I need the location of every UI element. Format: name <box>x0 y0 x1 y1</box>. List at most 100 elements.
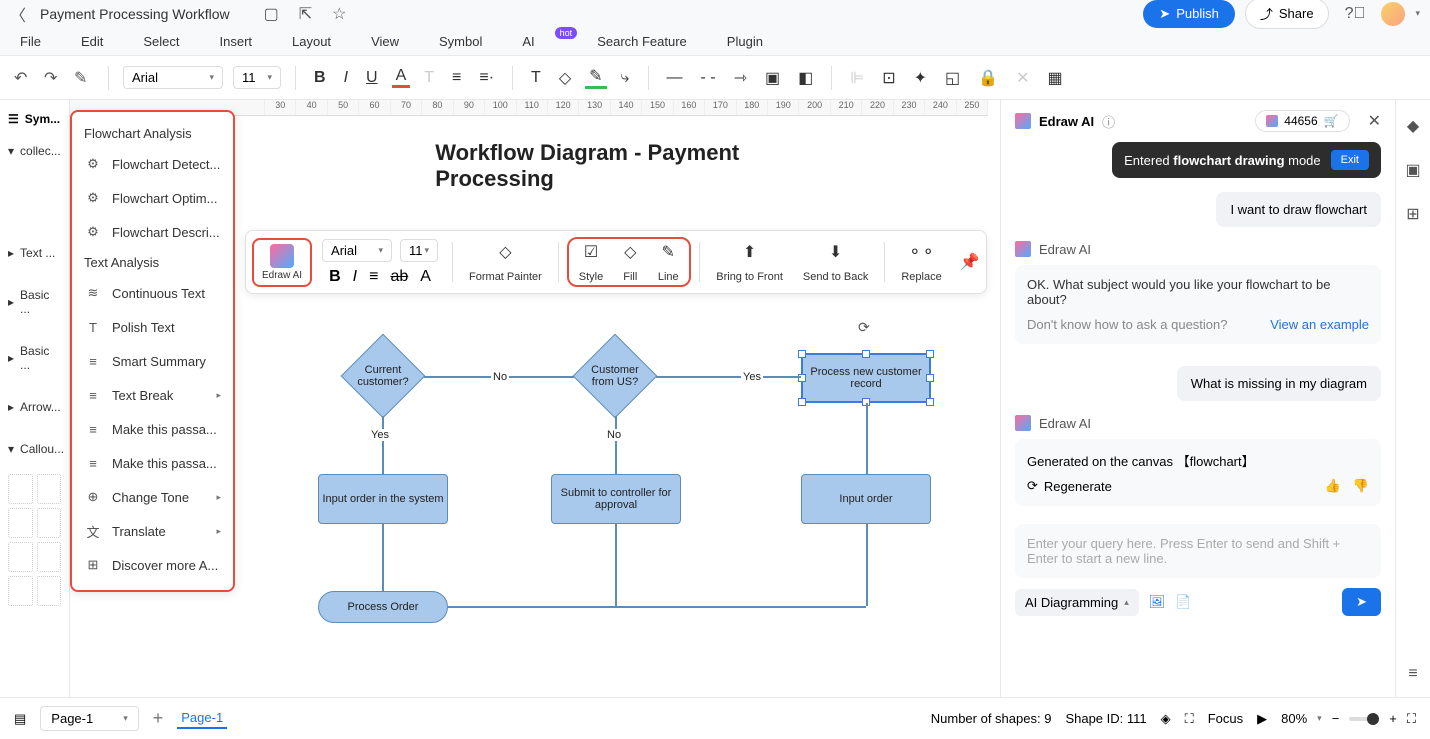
menu-select[interactable]: Select <box>143 34 179 49</box>
menu-layout[interactable]: Layout <box>292 34 331 49</box>
theme-icon[interactable]: ◆ <box>1407 116 1419 136</box>
menu-flowchart-detect[interactable]: ⚙Flowchart Detect... <box>72 147 233 181</box>
doc-icon[interactable]: 📄 <box>1175 594 1191 610</box>
pages-icon[interactable]: ▤ <box>14 711 26 727</box>
sidebar-item-text[interactable]: ▸ Text ... <box>4 232 65 274</box>
zoom-slider[interactable] <box>1349 717 1379 721</box>
apps-icon[interactable]: ⊞ <box>1406 204 1419 224</box>
menu-flowchart-descri[interactable]: ⚙Flowchart Descri... <box>72 215 233 249</box>
style-button[interactable]: ☑Style <box>571 241 611 283</box>
distribute-icon[interactable]: ⊡ <box>878 68 899 88</box>
send-back-button[interactable]: ⬇Send to Back <box>795 241 876 283</box>
text-tool-icon[interactable]: T <box>527 69 545 87</box>
layer-icon[interactable]: ◧ <box>794 68 817 88</box>
menu-search[interactable]: Search Feature <box>597 34 687 49</box>
shape-thumb[interactable] <box>8 542 33 572</box>
menu-discover-more[interactable]: ⊞Discover more A... <box>72 548 233 582</box>
float-font-select[interactable]: Arial▾ <box>322 239 392 262</box>
menu-translate[interactable]: 文Translate▸ <box>72 514 233 548</box>
float-bold[interactable]: B <box>329 268 341 286</box>
publish-button[interactable]: ➤ Publish <box>1143 0 1235 28</box>
decision-customer-us[interactable]: Customer from US? <box>573 334 658 419</box>
star-icon[interactable]: ☆ <box>332 4 346 24</box>
menu-flowchart-optim[interactable]: ⚙Flowchart Optim... <box>72 181 233 215</box>
shape-thumb[interactable] <box>8 474 33 504</box>
dash-style-icon[interactable]: - - <box>697 69 720 87</box>
shape-thumb[interactable] <box>8 508 33 538</box>
fill-button[interactable]: ◇Fill <box>611 241 649 283</box>
highlight-button[interactable]: T <box>420 69 438 87</box>
shape-thumb[interactable] <box>8 576 33 606</box>
credits-badge[interactable]: 44656 🛒 <box>1255 110 1349 132</box>
effects-icon[interactable]: ✦ <box>910 68 931 88</box>
panel-icon[interactable]: ▣ <box>1405 160 1420 180</box>
line-button[interactable]: ✎Line <box>649 241 687 283</box>
send-button[interactable]: ➤ <box>1342 588 1381 616</box>
grid-icon[interactable]: ▦ <box>1043 68 1066 88</box>
process-order[interactable]: Process Order <box>318 591 448 623</box>
share-button[interactable]: ⤴ Share <box>1245 0 1329 29</box>
zoom-in-icon[interactable]: + <box>1389 711 1397 726</box>
line-style-icon[interactable]: — <box>663 69 687 87</box>
add-page-button[interactable]: + <box>153 708 164 729</box>
redo-icon[interactable]: ↷ <box>44 68 64 88</box>
bold-button[interactable]: B <box>310 69 330 87</box>
menu-file[interactable]: File <box>20 34 41 49</box>
input-order-system[interactable]: Input order in the system <box>318 474 448 524</box>
shape-thumb[interactable] <box>37 542 62 572</box>
shape-thumb[interactable] <box>37 508 62 538</box>
menu-insert[interactable]: Insert <box>220 34 253 49</box>
canvas[interactable]: Workflow Diagram - Payment Processing Cu… <box>251 116 988 697</box>
sidebar-item-basic2[interactable]: ▸ Basic ... <box>4 330 65 386</box>
zoom-out-icon[interactable]: − <box>1332 711 1340 726</box>
lock-icon[interactable]: 🔒 <box>974 68 1002 88</box>
thumbs-up-icon[interactable]: 👍 <box>1325 478 1341 494</box>
pin-icon[interactable]: 📌 <box>960 252 980 272</box>
menu-ai[interactable]: AIhot <box>522 34 557 49</box>
sidebar-item-basic1[interactable]: ▸ Basic ... <box>4 274 65 330</box>
attach-icon[interactable]: 🖼 <box>1149 594 1166 610</box>
format-painter-icon[interactable]: ✎ <box>74 68 94 88</box>
thumbs-down-icon[interactable]: 👎 <box>1353 478 1369 494</box>
settings-icon[interactable]: ≡ <box>1408 665 1417 683</box>
line-tool-icon[interactable]: ✎ <box>585 66 606 89</box>
crop-icon[interactable]: ◱ <box>941 68 964 88</box>
menu-continuous-text[interactable]: ≋Continuous Text <box>72 276 233 310</box>
line-spacing-button[interactable]: ≡· <box>475 69 498 87</box>
back-icon[interactable]: 〈 <box>10 2 26 26</box>
font-color-button[interactable]: A <box>392 67 411 88</box>
focus-frame-icon[interactable]: ⛶ <box>1185 711 1194 727</box>
menu-smart-summary[interactable]: ≡Smart Summary <box>72 344 233 378</box>
page-select[interactable]: Page-1▾ <box>40 706 138 731</box>
exit-button[interactable]: Exit <box>1331 150 1369 170</box>
edraw-ai-button[interactable]: Edraw AI <box>252 238 312 287</box>
menu-polish-text[interactable]: TPolish Text <box>72 310 233 344</box>
menu-make-passage1[interactable]: ≡Make this passa... <box>72 412 233 446</box>
menu-edit[interactable]: Edit <box>81 34 103 49</box>
view-example-link[interactable]: View an example <box>1270 317 1369 332</box>
font-size-select[interactable]: 11▾ <box>233 66 281 89</box>
shape-thumb[interactable] <box>37 474 62 504</box>
sidebar-item-callout[interactable]: ▾ Callou... <box>4 428 65 470</box>
menu-symbol[interactable]: Symbol <box>439 34 482 49</box>
connector-tool-icon[interactable]: ⤷ <box>617 69 634 87</box>
sidebar-item-collections[interactable]: ▾ collec... <box>4 130 65 172</box>
ai-input[interactable]: Enter your query here. Press Enter to se… <box>1015 524 1381 578</box>
save-icon[interactable]: ▢ <box>264 4 279 24</box>
submit-controller[interactable]: Submit to controller for approval <box>551 474 681 524</box>
float-italic[interactable]: I <box>353 268 357 286</box>
layers-icon[interactable]: ◈ <box>1161 711 1171 727</box>
shadow-icon[interactable]: ▣ <box>761 68 784 88</box>
export-icon[interactable]: ⇱ <box>299 4 312 24</box>
play-icon[interactable]: ▶ <box>1257 711 1267 727</box>
page-tab[interactable]: Page-1 <box>177 708 227 729</box>
decision-current-customer[interactable]: Current customer? <box>341 334 426 419</box>
avatar[interactable] <box>1381 2 1405 26</box>
underline-button[interactable]: U <box>362 69 382 87</box>
process-new-record[interactable]: Process new customer record <box>801 353 931 403</box>
ai-mode-select[interactable]: AI Diagramming▴ <box>1015 589 1139 616</box>
align-left-icon[interactable]: ⊫ <box>846 68 868 88</box>
close-icon[interactable]: ✕ <box>1368 111 1381 131</box>
align-button[interactable]: ≡ <box>448 69 465 87</box>
fill-tool-icon[interactable]: ◇ <box>555 68 575 88</box>
